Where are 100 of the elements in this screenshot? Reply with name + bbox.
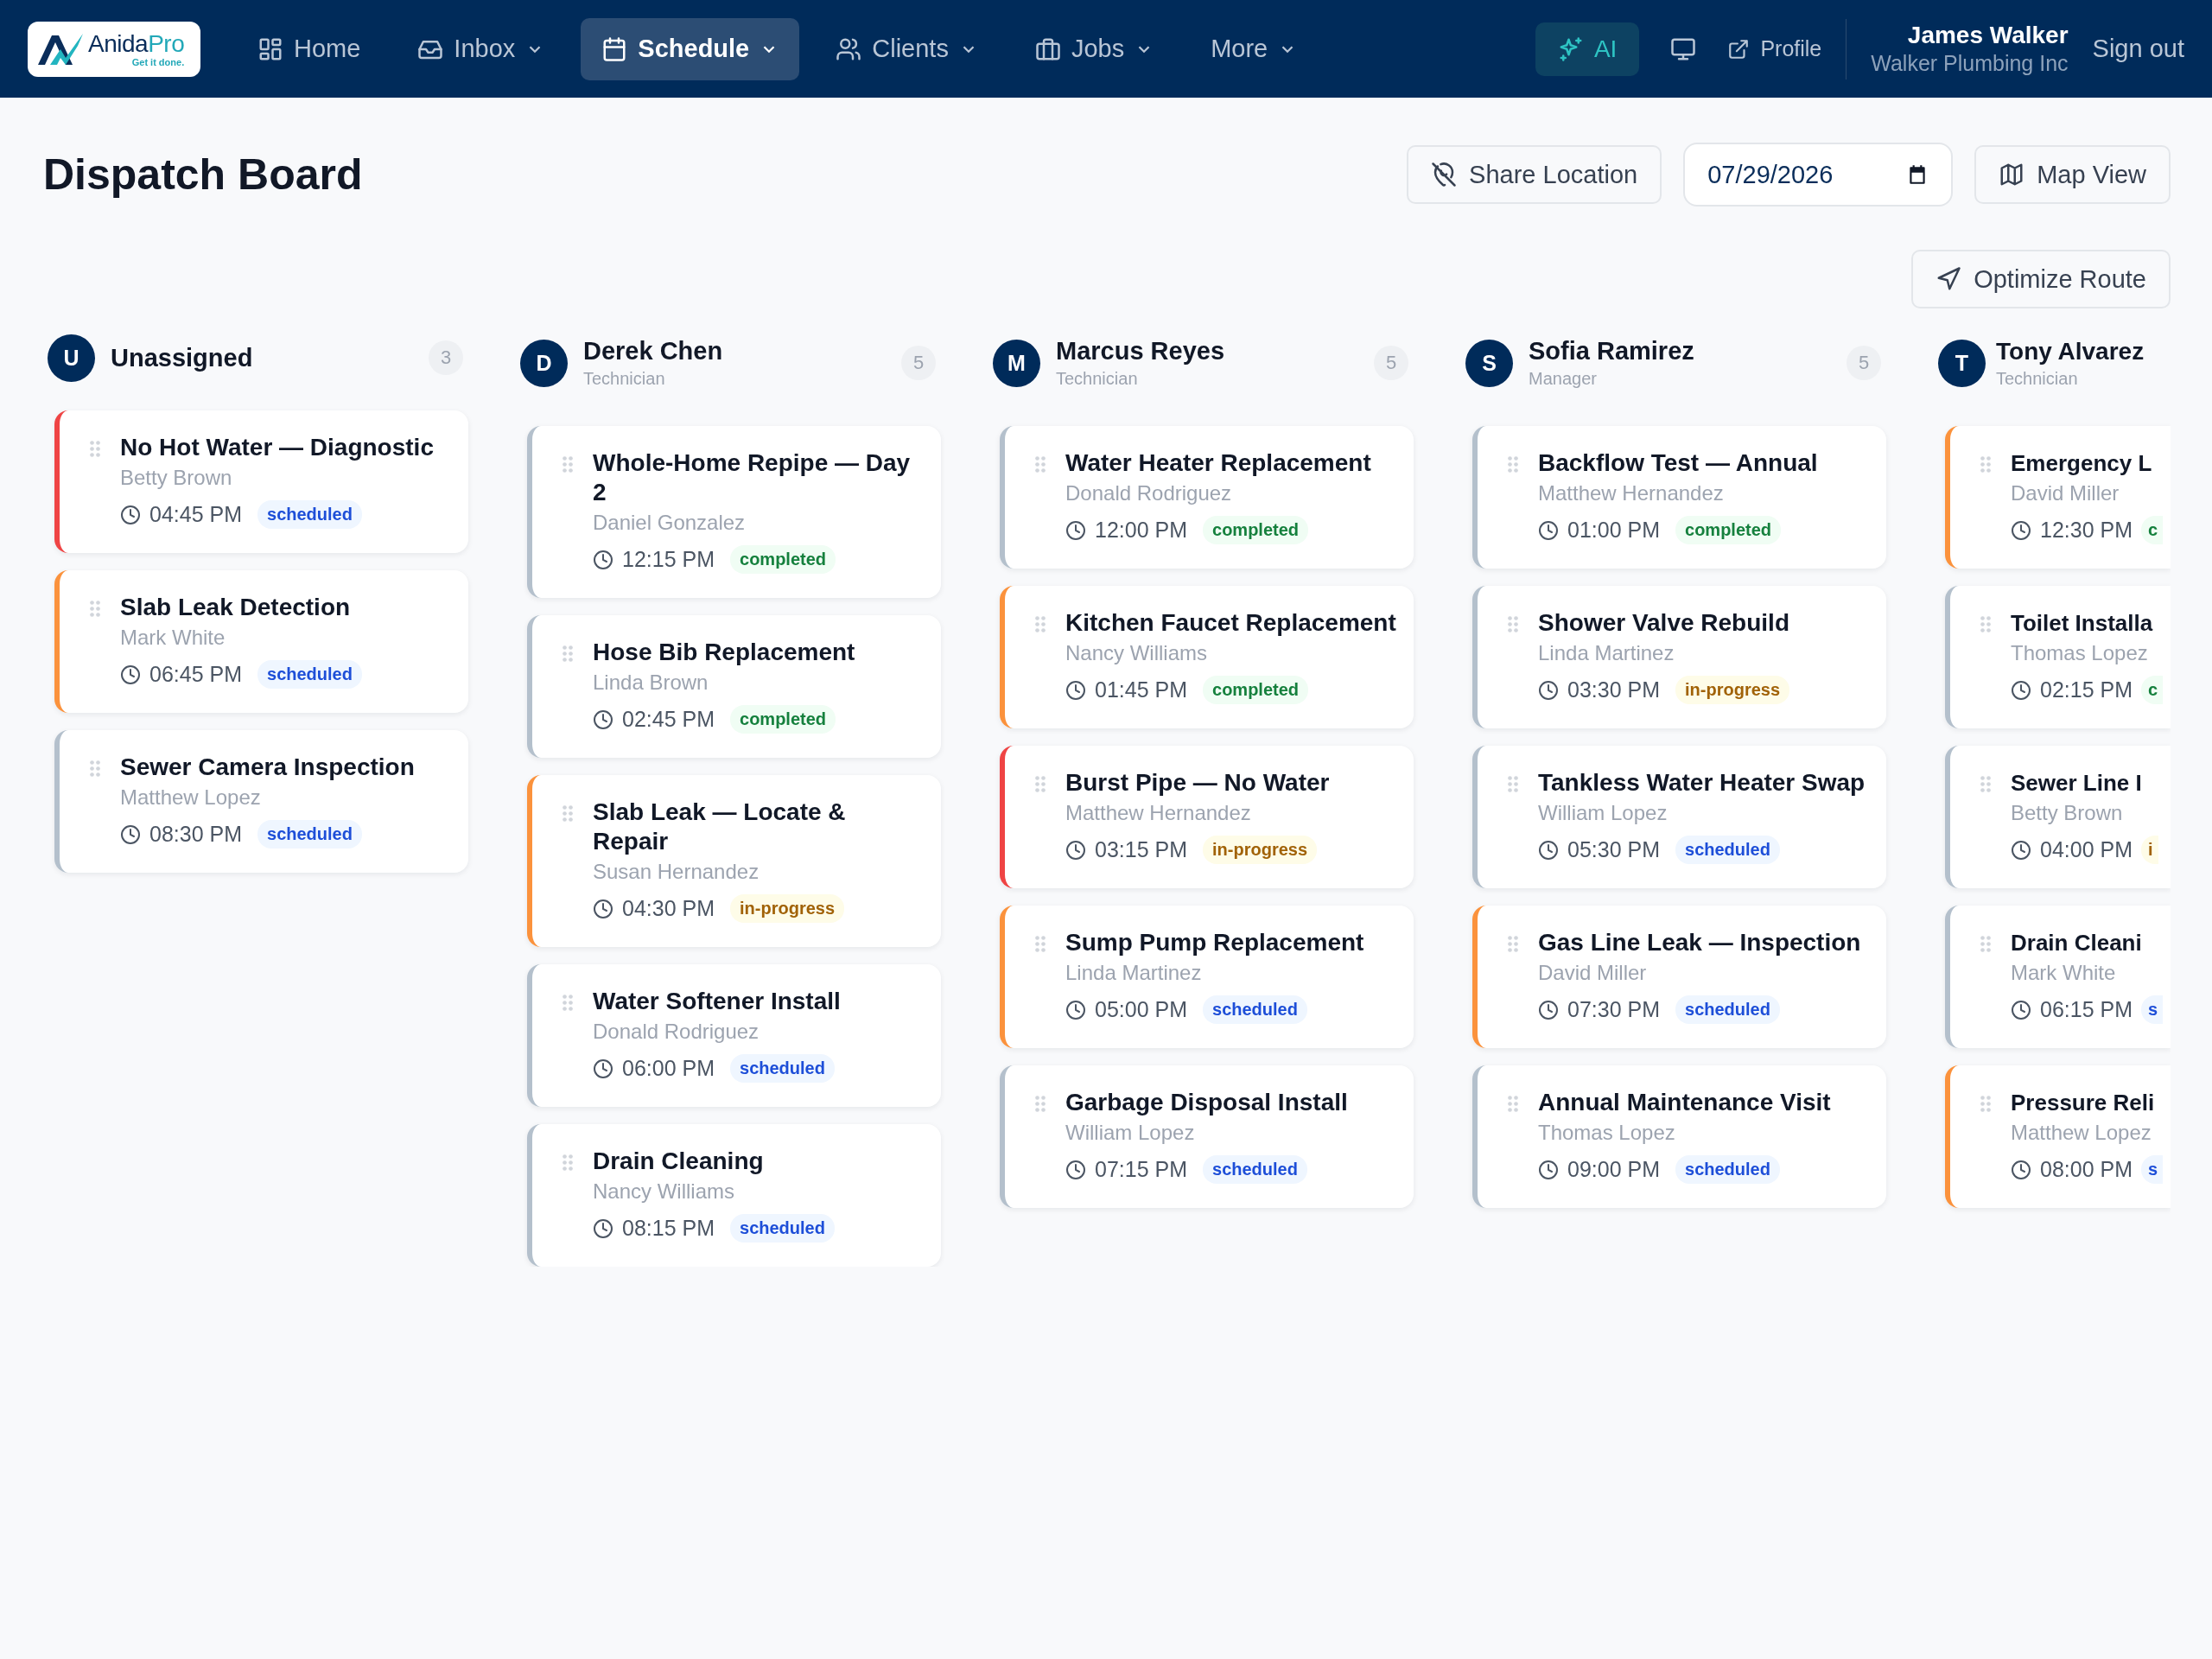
status-badge: scheduled — [257, 500, 362, 529]
job-time: 06:00 PM — [622, 1056, 715, 1081]
job-card[interactable]: Kitchen Faucet Replacement Nancy Williams 01:45 PM completed — [1000, 586, 1414, 728]
job-time: 06:15 PM — [2040, 997, 2133, 1022]
job-card[interactable]: Emergency L David Miller 12:30 PM c — [1945, 426, 2171, 569]
clock-icon — [1065, 519, 1086, 541]
job-card[interactable]: Water Heater Replacement Donald Rodriguez 12:00 PM completed — [1000, 426, 1414, 569]
drag-handle-icon[interactable] — [562, 455, 574, 474]
drag-handle-icon[interactable] — [1980, 615, 1992, 633]
job-card[interactable]: Sewer Camera Inspection Matthew Lopez 08:30 PM scheduled — [54, 730, 468, 873]
count-badge: 5 — [901, 346, 936, 380]
drag-handle-icon[interactable] — [1507, 935, 1519, 953]
job-card[interactable]: Tankless Water Heater Swap William Lopez 05:30 PM scheduled — [1472, 746, 1886, 888]
job-card[interactable]: Garbage Disposal Install William Lopez 07:15 PM scheduled — [1000, 1065, 1414, 1208]
map-view-button[interactable]: Map View — [1974, 145, 2171, 204]
status-badge: completed — [730, 545, 836, 574]
job-card[interactable]: Burst Pipe — No Water Matthew Hernandez 03:15 PM in-progress — [1000, 746, 1414, 888]
drag-handle-icon[interactable] — [1980, 935, 1992, 953]
drag-handle-icon[interactable] — [1980, 455, 1992, 474]
drag-handle-icon[interactable] — [562, 1154, 574, 1172]
drag-handle-icon[interactable] — [1507, 1095, 1519, 1113]
nav-tab[interactable]: Jobs — [1014, 17, 1175, 80]
date-field[interactable]: 07/29/2026 — [1683, 143, 1954, 207]
drag-handle-icon[interactable] — [1034, 615, 1046, 633]
nav-tab[interactable]: Schedule — [581, 17, 800, 80]
external-link-icon — [1727, 37, 1751, 60]
customer-name: Susan Hernandez — [593, 860, 760, 884]
clock-icon — [1065, 839, 1086, 861]
count-badge: 5 — [1374, 346, 1408, 380]
job-card[interactable]: Water Softener Install Donald Rodriguez 06:00 PM scheduled — [527, 964, 941, 1107]
job-card[interactable]: Shower Valve Rebuild Linda Martinez 03:30 PM in-progress — [1472, 586, 1886, 728]
job-card[interactable]: Annual Maintenance Visit Thomas Lopez 09:00 PM scheduled — [1472, 1065, 1886, 1208]
nav-tab[interactable]: Clients — [815, 17, 999, 80]
job-card[interactable]: Sewer Line I Betty Brown 04:00 PM i — [1945, 746, 2171, 888]
avatar: D — [520, 339, 568, 387]
clock-icon — [120, 504, 141, 525]
sign-out-link[interactable]: Sign out — [2092, 35, 2184, 63]
clock-icon — [1538, 839, 1559, 861]
job-card[interactable]: Gas Line Leak — Inspection David Miller 07:30 PM scheduled — [1472, 906, 1886, 1048]
clock-icon — [1538, 679, 1559, 701]
job-title: Water Softener Install — [593, 987, 841, 1016]
profile-link[interactable]: Profile — [1727, 36, 1822, 61]
job-title: Water Heater Replacement — [1065, 448, 1371, 478]
job-time: 12:30 PM — [2040, 518, 2133, 543]
job-card[interactable]: Pressure Reli Matthew Lopez 08:00 PM s — [1945, 1065, 2171, 1208]
job-title: Sewer Line I — [2011, 769, 2143, 798]
company-name: Walker Plumbing Inc — [1871, 51, 2069, 76]
customer-name: Mark White — [2011, 961, 2117, 985]
drag-handle-icon[interactable] — [1980, 1095, 1992, 1113]
nav-tab[interactable]: Inbox — [397, 17, 566, 80]
column-name: Derek Chen — [583, 337, 723, 365]
status-badge: in-progress — [1675, 676, 1790, 704]
job-card[interactable]: Slab Leak Detection Mark White 06:45 PM scheduled — [54, 570, 468, 713]
job-card[interactable]: Drain Cleaning Nancy Williams 08:15 PM scheduled — [527, 1124, 941, 1267]
job-card[interactable]: Toilet Installa Thomas Lopez 02:15 PM c — [1945, 586, 2171, 728]
job-card[interactable]: Backflow Test — Annual Matthew Hernandez 01:00 PM completed — [1472, 426, 1886, 569]
job-card[interactable]: No Hot Water — Diagnostic Betty Brown 04:45 PM scheduled — [54, 410, 468, 553]
share-location-button[interactable]: Share Location — [1407, 145, 1662, 204]
nav-tab[interactable]: More — [1190, 17, 1319, 80]
customer-name: Nancy Williams — [1065, 641, 1208, 665]
customer-name: Matthew Lopez — [2011, 1121, 2152, 1145]
customer-name: Betty Brown — [2011, 801, 2124, 825]
drag-handle-icon[interactable] — [1507, 775, 1519, 793]
drag-handle-icon[interactable] — [89, 440, 101, 458]
job-time: 02:45 PM — [622, 707, 715, 732]
job-title: Shower Valve Rebuild — [1538, 608, 1790, 638]
ai-button[interactable]: AI — [1535, 22, 1640, 76]
drag-handle-icon[interactable] — [89, 760, 101, 778]
status-badge: s — [2141, 1155, 2164, 1184]
status-badge: scheduled — [1675, 836, 1780, 864]
status-badge: scheduled — [1675, 995, 1780, 1024]
drag-handle-icon[interactable] — [1034, 455, 1046, 474]
job-title: Sewer Camera Inspection — [120, 753, 415, 782]
job-card[interactable]: Whole-Home Repipe — Day 2 Daniel Gonzalez 12:15 PM completed — [527, 426, 941, 598]
drag-handle-icon[interactable] — [562, 994, 574, 1012]
optimize-route-button[interactable]: Optimize Route — [1911, 250, 2171, 308]
drag-handle-icon[interactable] — [1034, 935, 1046, 953]
job-title: No Hot Water — Diagnostic — [120, 433, 434, 462]
job-card[interactable]: Slab Leak — Locate & Repair Susan Hernandez 04:30 PM in-progress — [527, 775, 941, 947]
drag-handle-icon[interactable] — [1980, 775, 1992, 793]
drag-handle-icon[interactable] — [1034, 775, 1046, 793]
job-card[interactable]: Hose Bib Replacement Linda Brown 02:45 PM completed — [527, 615, 941, 758]
column-name: Sofia Ramirez — [1529, 337, 1694, 365]
clock-icon — [593, 549, 613, 570]
drag-handle-icon[interactable] — [89, 600, 101, 618]
job-time: 08:00 PM — [2040, 1157, 2133, 1182]
page-title: Dispatch Board — [43, 149, 363, 200]
drag-handle-icon[interactable] — [1507, 615, 1519, 633]
job-card[interactable]: Drain Cleani Mark White 06:15 PM s — [1945, 906, 2171, 1048]
status-badge: i — [2141, 836, 2158, 864]
drag-handle-icon[interactable] — [562, 645, 574, 663]
status-badge: scheduled — [257, 820, 362, 849]
drag-handle-icon[interactable] — [1034, 1095, 1046, 1113]
drag-handle-icon[interactable] — [1507, 455, 1519, 474]
drag-handle-icon[interactable] — [562, 804, 574, 823]
job-card[interactable]: Sump Pump Replacement Linda Martinez 05:00 PM scheduled — [1000, 906, 1414, 1048]
nav-tab[interactable]: Home — [237, 17, 382, 80]
logo[interactable]: AnidaPro Get it done. — [28, 21, 200, 77]
job-time: 07:30 PM — [1567, 997, 1660, 1022]
job-title: Whole-Home Repipe — Day 2 — [593, 448, 912, 507]
